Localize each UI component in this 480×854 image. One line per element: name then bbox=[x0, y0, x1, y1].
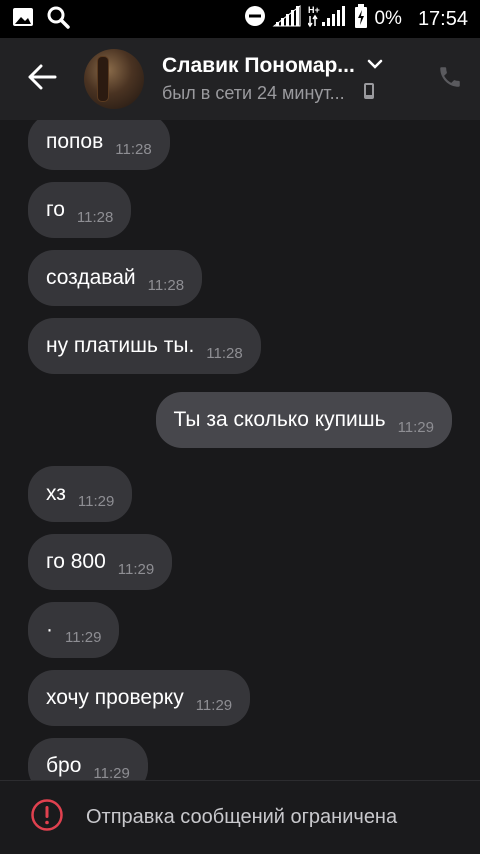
message-bubble-outgoing[interactable]: Ты за сколько купишь 11:29 bbox=[155, 392, 452, 448]
contact-name: Славик Пономар... bbox=[162, 53, 355, 77]
message-time: 11:29 bbox=[65, 628, 102, 646]
svg-text:H+: H+ bbox=[308, 5, 320, 15]
phone-icon bbox=[437, 64, 463, 95]
message-time: 11:28 bbox=[206, 344, 243, 362]
battery-percent: 0% bbox=[374, 8, 402, 29]
signal-h-plus-icon: H+ bbox=[307, 4, 348, 34]
message-text: создавай bbox=[46, 266, 136, 289]
message-bubble[interactable]: го 11:28 bbox=[28, 182, 132, 238]
message-text: го bbox=[46, 198, 65, 221]
message-text: · bbox=[46, 618, 53, 641]
message-text: ну платишь ты. bbox=[46, 334, 195, 357]
message-time: 11:29 bbox=[77, 492, 115, 510]
message-text: хочу проверку bbox=[46, 686, 184, 709]
message-time: 11:29 bbox=[117, 560, 155, 578]
status-bar: H+ 0% 17:54 bbox=[0, 0, 480, 38]
message-bubble[interactable]: ну платишь ты. 11:28 bbox=[28, 318, 261, 374]
message-time: 11:28 bbox=[147, 276, 185, 294]
message-time: 11:29 bbox=[397, 418, 434, 436]
messaging-restricted-bar: Отправка сообщений ограничена bbox=[0, 780, 480, 854]
avatar[interactable] bbox=[84, 49, 144, 109]
message-time: 11:29 bbox=[195, 696, 233, 714]
message-time: 11:29 bbox=[93, 764, 130, 781]
mobile-device-icon bbox=[363, 82, 375, 105]
back-button[interactable] bbox=[0, 38, 84, 120]
warning-icon bbox=[30, 798, 64, 837]
restriction-text: Отправка сообщений ограничена bbox=[86, 806, 398, 828]
message-time: 11:28 bbox=[115, 140, 152, 158]
message-list[interactable]: попов 11:28 го 11:28 создавай 11:28 ну п… bbox=[0, 120, 480, 780]
message-text: го 800 bbox=[46, 550, 106, 573]
chevron-down-icon[interactable] bbox=[367, 57, 383, 75]
battery-charging-icon bbox=[354, 4, 368, 34]
message-bubble[interactable]: хочу проверку 11:29 bbox=[28, 670, 251, 726]
chat-title-block[interactable]: Славик Пономар... был в сети 24 минут... bbox=[162, 54, 420, 105]
image-icon bbox=[12, 6, 34, 33]
search-icon bbox=[46, 5, 70, 34]
chat-header: Славик Пономар... был в сети 24 минут... bbox=[0, 38, 480, 120]
message-bubble[interactable]: · 11:29 bbox=[28, 602, 120, 658]
message-text: попов bbox=[46, 130, 104, 153]
back-arrow-icon bbox=[27, 64, 57, 95]
message-text: хз bbox=[46, 482, 66, 505]
message-text: бро bbox=[46, 754, 82, 777]
call-button[interactable] bbox=[420, 64, 480, 95]
message-bubble[interactable]: го 800 11:29 bbox=[28, 534, 173, 590]
message-bubble[interactable]: хз 11:29 bbox=[28, 466, 133, 522]
message-bubble[interactable]: создавай 11:28 bbox=[28, 250, 203, 306]
last-seen-status: был в сети 24 минут... bbox=[162, 82, 345, 103]
message-time: 11:28 bbox=[76, 208, 114, 226]
message-bubble[interactable]: бро 11:29 bbox=[28, 738, 148, 780]
message-text: Ты за сколько купишь bbox=[173, 408, 386, 431]
signal-icon bbox=[272, 4, 302, 34]
clock: 17:54 bbox=[417, 7, 468, 30]
do-not-disturb-icon bbox=[244, 5, 266, 33]
message-bubble[interactable]: попов 11:28 bbox=[28, 120, 170, 170]
